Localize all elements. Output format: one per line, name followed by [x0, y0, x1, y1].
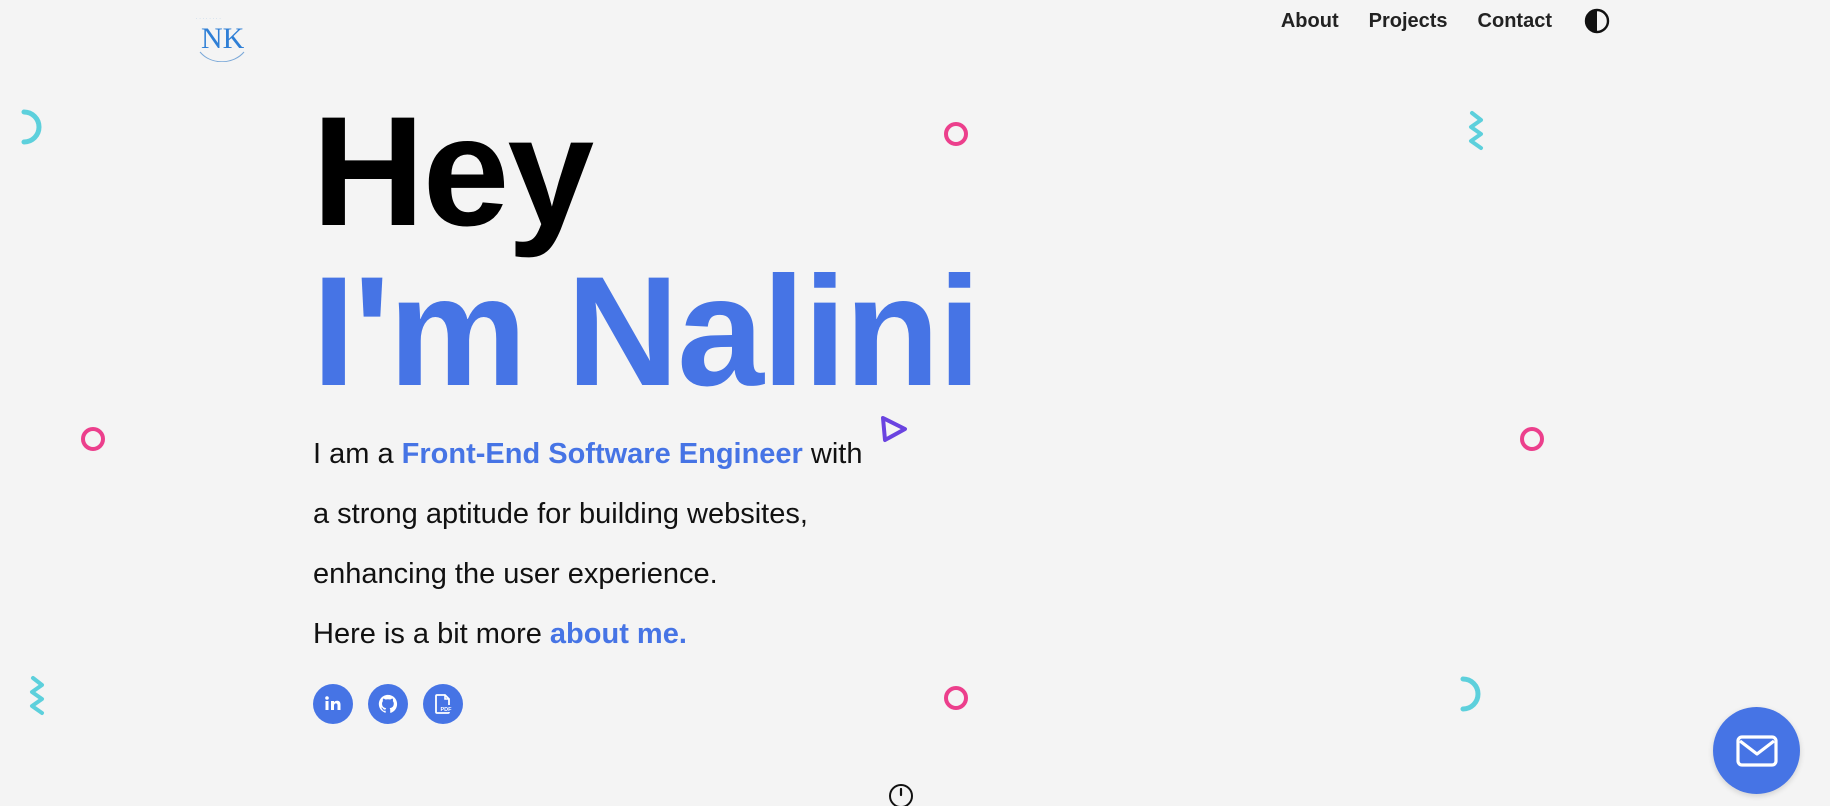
intro-more-prefix: Here is a bit more	[313, 618, 550, 650]
cyan-arc-icon	[1460, 676, 1481, 712]
pink-ring-icon	[1520, 427, 1544, 451]
pink-ring-icon	[944, 122, 968, 146]
contrast-icon[interactable]	[1584, 8, 1610, 34]
github-button[interactable]	[368, 684, 408, 724]
scroll-down-icon[interactable]	[888, 783, 914, 806]
pdf-label: PDF	[441, 707, 453, 713]
pdf-resume-icon: PDF	[435, 694, 453, 714]
cyan-zigzag-icon	[30, 676, 44, 715]
logo-text: NK	[201, 22, 245, 55]
about-me-link[interactable]: about me.	[550, 618, 687, 650]
logo-tagline-mark: · · · · · · · ·	[196, 16, 221, 21]
social-links: PDF	[313, 684, 463, 724]
github-icon	[378, 694, 398, 713]
intro-text: I am a Front-End Software Engineer with …	[313, 424, 873, 664]
pink-ring-icon	[81, 427, 105, 451]
resume-button[interactable]: PDF	[423, 684, 463, 724]
hero-greeting: Hey	[312, 85, 594, 259]
cyan-zigzag-icon	[1469, 111, 1483, 150]
intro-prefix: I am a	[313, 438, 402, 470]
intro-role: Front-End Software Engineer	[401, 438, 803, 470]
hero-name: I'm Nalini	[312, 245, 981, 419]
pink-ring-icon	[944, 686, 968, 710]
logo[interactable]: · · · · · · · · NK	[194, 12, 250, 63]
linkedin-icon	[325, 696, 341, 710]
mail-icon	[1735, 734, 1778, 767]
nav-contact[interactable]: Contact	[1478, 10, 1552, 33]
nav-about[interactable]: About	[1281, 10, 1339, 33]
linkedin-button[interactable]	[313, 684, 353, 724]
nav-projects[interactable]: Projects	[1369, 10, 1448, 33]
mail-button[interactable]	[1713, 707, 1800, 794]
purple-triangle-icon	[881, 416, 907, 442]
hero-heading: Hey I'm Nalini	[312, 85, 981, 419]
logo-icon: · · · · · · · · NK	[196, 16, 245, 63]
top-nav: About Projects Contact	[1281, 8, 1610, 34]
cyan-arc-icon	[21, 109, 42, 145]
